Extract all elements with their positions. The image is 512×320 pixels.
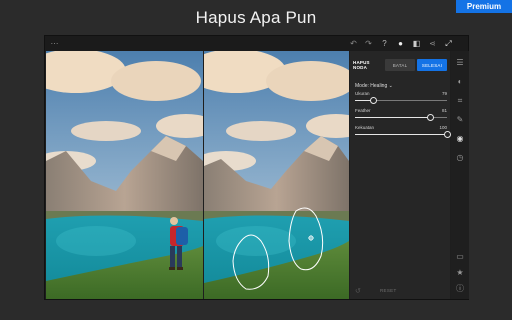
slider-thumb[interactable] — [426, 114, 434, 121]
check-circle-icon[interactable]: ● — [395, 38, 406, 49]
mode-label: Mode: Healing — [355, 83, 388, 89]
layers-icon[interactable]: ☰ — [454, 57, 466, 69]
page-title: Hapus Apa Pun — [195, 8, 317, 27]
undo-brush-icon[interactable]: ↺ — [355, 287, 361, 295]
menu-icon[interactable]: ⋯ — [49, 38, 60, 49]
edit-panel: HAPUS NODA BATAL SELESAI Mode: Healing ⌄… — [350, 51, 451, 299]
slider-label: Feather — [355, 108, 371, 113]
slider-thumb[interactable] — [369, 97, 377, 104]
slider-label: Ukuran — [355, 91, 370, 96]
app-window: ⋯ ↶ ↷ ? ● ◧ ⋖ ⤢ HAPUS NODA BATAL SELESAI… — [44, 35, 469, 300]
slider-feather[interactable]: Feather 81 — [355, 108, 447, 122]
top-toolbar: ⋯ ↶ ↷ ? ● ◧ ⋖ ⤢ — [45, 36, 468, 51]
fullscreen-icon[interactable]: ⤢ — [443, 38, 454, 49]
slider-fill — [355, 134, 447, 135]
photo-canvas[interactable] — [46, 51, 349, 299]
premium-button[interactable]: Premium — [456, 0, 512, 13]
redo-icon[interactable]: ↷ — [363, 38, 374, 49]
photo-image — [46, 51, 349, 299]
panel-tabs: HAPUS NODA BATAL SELESAI — [353, 59, 447, 71]
tab-hapus-noda[interactable]: HAPUS NODA — [353, 59, 383, 71]
heal-icon[interactable]: ◉ — [454, 133, 466, 145]
help-icon[interactable]: ? — [379, 38, 390, 49]
slider-value: 81 — [441, 108, 447, 113]
slider-value: 100 — [439, 125, 447, 130]
crop-icon[interactable]: ⌗ — [454, 95, 466, 107]
adjust-icon[interactable]: ◐ — [454, 76, 466, 88]
slider-label: Kekuatan — [355, 125, 375, 130]
star-icon[interactable]: ★ — [454, 267, 466, 279]
compare-icon[interactable]: ◧ — [411, 38, 422, 49]
reset-button[interactable]: RESET — [380, 288, 397, 293]
share-icon[interactable]: ⋖ — [427, 38, 438, 49]
slider-size[interactable]: Ukuran 79 — [355, 91, 447, 105]
cancel-button[interactable]: BATAL — [385, 59, 415, 71]
info-icon[interactable]: ⓘ — [454, 283, 466, 295]
mode-dropdown[interactable]: Mode: Healing ⌄ — [355, 83, 393, 89]
slider-strength[interactable]: Kekuatan 100 — [355, 125, 451, 139]
comment-icon[interactable]: ▭ — [454, 251, 466, 263]
done-button[interactable]: SELESAI — [417, 59, 447, 71]
slider-fill — [355, 117, 431, 118]
slider-thumb[interactable] — [443, 131, 451, 138]
right-tool-rail: ☰ ◐ ⌗ ✎ ◉ ◷ ▭ ★ ⓘ — [451, 51, 469, 299]
chevron-down-icon: ⌄ — [388, 83, 393, 89]
history-icon[interactable]: ◷ — [454, 152, 466, 164]
brush-icon[interactable]: ✎ — [454, 114, 466, 126]
undo-icon[interactable]: ↶ — [348, 38, 359, 49]
panel-bottom-bar: ↺ RESET — [350, 284, 450, 299]
slider-value: 79 — [441, 91, 447, 96]
